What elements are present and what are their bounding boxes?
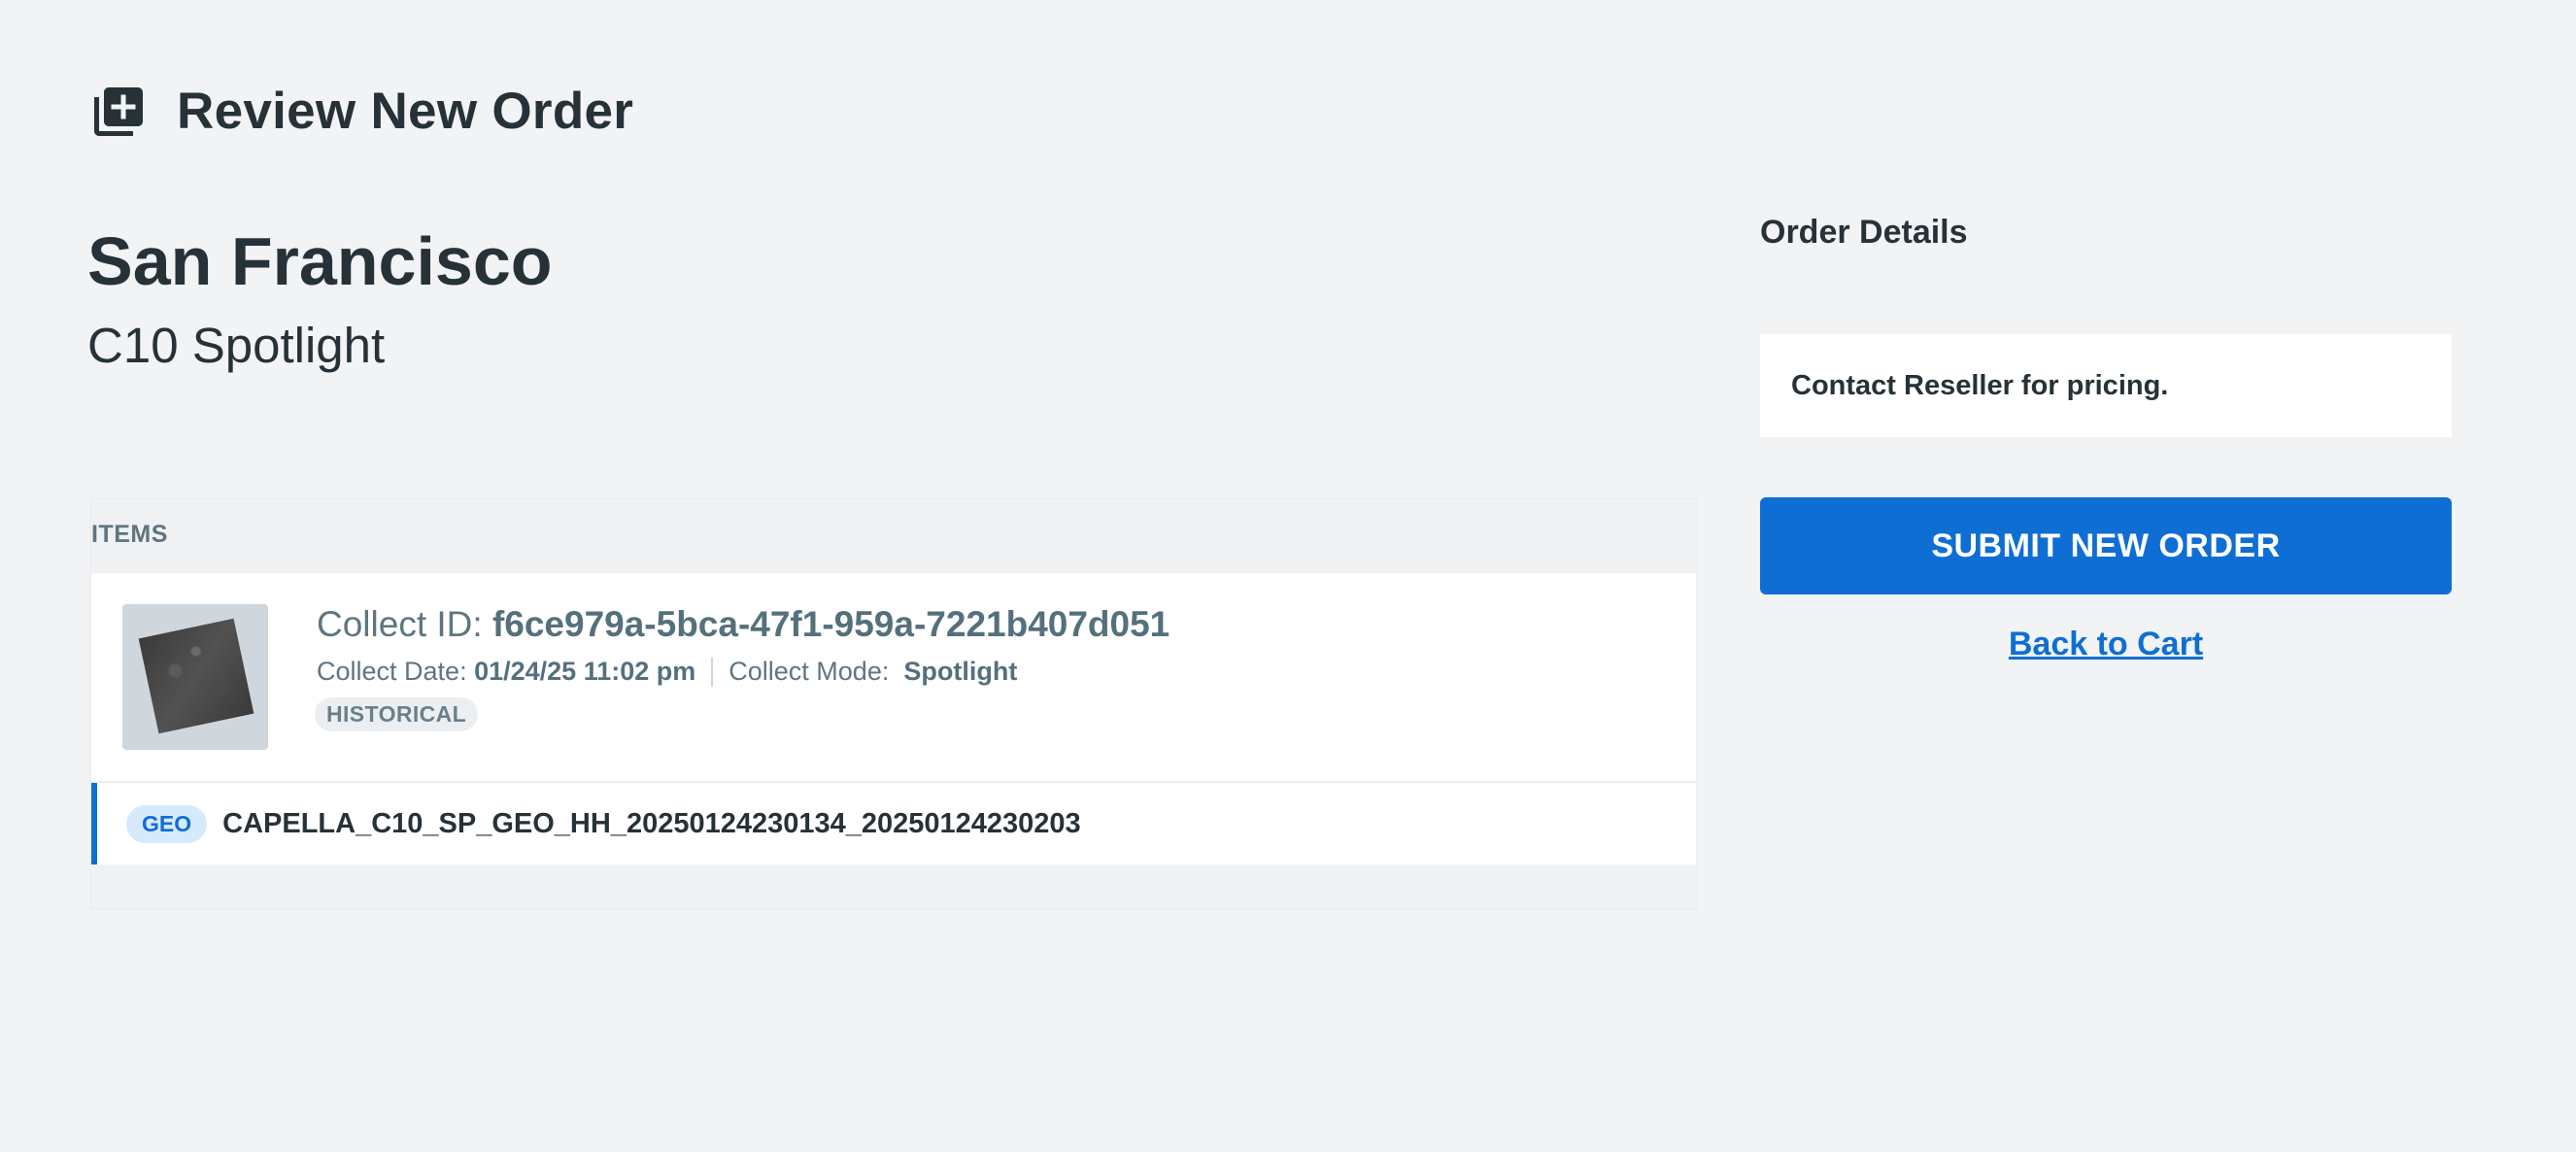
items-panel: ITEMS Collect ID: f6ce979a-5bca-47f1-959… [89,497,1698,910]
page-header: Review New Order [89,82,633,141]
pricing-note: Contact Reseller for pricing. [1760,334,2452,437]
collect-id: Collect ID: f6ce979a-5bca-47f1-959a-7221… [317,604,1169,645]
collect-card: Collect ID: f6ce979a-5bca-47f1-959a-7221… [91,573,1696,783]
location-subtitle: C10 Spotlight [87,318,386,373]
location-title: San Francisco [87,223,553,299]
product-name: CAPELLA_C10_SP_GEO_HH_20250124230134_202… [222,807,1081,839]
order-details-title: Order Details [1760,214,1968,251]
order-summary: San Francisco C10 Spotlight [87,218,1700,377]
product-type-badge: GEO [126,804,208,843]
submit-order-button[interactable]: SUBMIT NEW ORDER [1760,497,2452,594]
page-title: Review New Order [177,83,634,140]
meta-divider [711,657,714,687]
back-to-cart-link[interactable]: Back to Cart [1760,626,2452,663]
historical-badge: HISTORICAL [315,697,479,731]
product-row: GEO CAPELLA_C10_SP_GEO_HH_20250124230134… [91,783,1696,864]
sar-image-preview [138,618,254,734]
collect-date-value: 01/24/25 11:02 pm [474,657,696,686]
collect-date-label: Collect Date: [317,657,467,686]
collect-id-value: f6ce979a-5bca-47f1-959a-7221b407d051 [491,604,1170,644]
collect-mode-label: Collect Mode: [729,657,890,686]
collect-meta: Collect Date: 01/24/25 11:02 pm Collect … [317,657,1017,687]
collect-id-label: Collect ID: [317,604,483,644]
add-to-queue-icon [94,86,143,136]
collect-thumbnail [122,604,268,750]
items-section-label: ITEMS [91,521,168,548]
collect-mode-value: Spotlight [903,657,1018,686]
order-details-panel: Order Details Contact Reseller for prici… [1760,214,2452,662]
